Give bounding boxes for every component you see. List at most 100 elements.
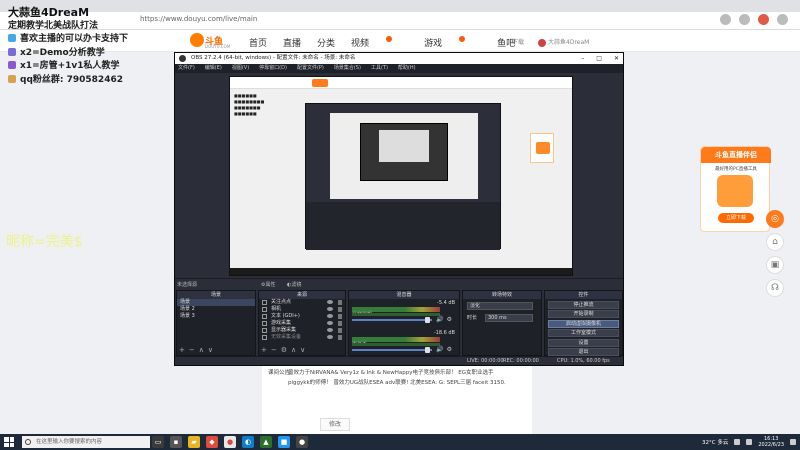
sources-dock: 来源 关注点点 相机 文本 (GDI+) 游戏采集 显示器采集 无效采集设备 +… <box>258 290 346 356</box>
profile-avatar-icon[interactable] <box>758 14 769 25</box>
menu-docks[interactable]: 停靠窗口(D) <box>259 64 287 73</box>
source-item[interactable]: 文本 (GDI+) <box>259 313 345 320</box>
nav-category[interactable]: 分类 <box>317 36 335 49</box>
douyu-logo[interactable]: 斗鱼 DOUYU.COM <box>190 32 230 50</box>
source-type-icon <box>262 314 267 319</box>
user-menu[interactable]: 大蒜鱼4DreaM <box>538 37 589 47</box>
companion-promo-card[interactable]: 斗鱼直播伴侣 最好用的PC直播工具 立即下载 <box>700 146 771 232</box>
side-toolbar: ◎ ⌂ ▣ ☊ <box>766 210 784 302</box>
lock-icon[interactable] <box>338 321 342 326</box>
volume-slider[interactable] <box>352 349 432 351</box>
headset-icon[interactable]: ☊ <box>766 279 784 297</box>
volume-meter-peak <box>352 313 440 316</box>
overlay-line: 喜欢主播的可以办卡支持下 <box>8 33 128 47</box>
obs-source-toolbar: 未选择源 ⚙属性 ◐滤镜 <box>175 278 623 289</box>
file-explorer-icon[interactable]: ▰ <box>188 436 200 448</box>
edit-button[interactable]: 修改 <box>320 418 350 431</box>
filters-button[interactable]: ◐滤镜 <box>287 281 301 288</box>
visibility-eye-icon[interactable] <box>327 328 333 332</box>
obs-preview-canvas[interactable]: ■■■■■■ ■■■■■■■■ ■■■■■■■ ■■■■■■ <box>229 76 573 276</box>
source-item[interactable]: 无效采集设备 <box>259 334 345 341</box>
maximize-icon[interactable]: □ <box>596 53 602 64</box>
nested-site-header <box>230 77 572 89</box>
lock-icon[interactable] <box>338 328 342 333</box>
minimize-icon[interactable]: – <box>581 53 584 64</box>
lock-icon[interactable] <box>338 300 342 305</box>
source-item[interactable]: 关注点点 <box>259 299 345 306</box>
visibility-eye-icon[interactable] <box>327 335 333 339</box>
source-type-icon <box>262 300 267 305</box>
menu-file[interactable]: 文件(F) <box>178 64 195 73</box>
menu-profile[interactable]: 配置文件(P) <box>297 64 324 73</box>
cpu-fps: CPU: 1.0%, 60.00 fps <box>557 358 610 364</box>
promo-download-button[interactable]: 立即下载 <box>718 213 754 223</box>
volume-slider-handle[interactable] <box>425 347 430 353</box>
home-icon[interactable]: ⌂ <box>766 233 784 251</box>
lock-icon[interactable] <box>338 307 342 312</box>
source-toolbar[interactable]: +−⚙∧∨ <box>261 346 309 354</box>
transition-select[interactable]: 淡化 <box>467 302 533 310</box>
task-view-icon[interactable]: ▭ <box>152 436 164 448</box>
studio-mode-button[interactable]: 工作室模式 <box>548 329 619 337</box>
notification-icon[interactable] <box>790 439 796 445</box>
volume-slider-handle[interactable] <box>425 317 430 323</box>
source-item[interactable]: 游戏采集 <box>259 320 345 327</box>
obs-taskbar-icon[interactable]: ● <box>296 436 308 448</box>
menu-scene-collection[interactable]: 场景集合(S) <box>334 64 361 73</box>
edge-icon[interactable]: ◐ <box>242 436 254 448</box>
terminal-icon[interactable]: ▪ <box>170 436 182 448</box>
settings-button[interactable]: 设置 <box>548 338 619 347</box>
network-icon[interactable] <box>734 439 741 445</box>
volume-icon[interactable] <box>746 439 753 445</box>
nav-games[interactable]: 游戏 <box>424 36 481 49</box>
nvidia-icon[interactable]: ▲ <box>260 436 272 448</box>
exit-button[interactable]: 退出 <box>548 348 619 356</box>
office-icon[interactable]: ◆ <box>206 436 218 448</box>
clock[interactable]: 16:13 2022/6/23 <box>758 436 784 448</box>
scene-item[interactable]: 场景 <box>177 299 255 306</box>
scene-item[interactable]: 场景 3 <box>177 313 255 320</box>
screen-icon[interactable]: ▣ <box>766 256 784 274</box>
download-link[interactable]: 下载 <box>512 37 524 47</box>
menu-help[interactable]: 帮助(H) <box>398 64 416 73</box>
duration-field[interactable]: 300 ms <box>485 314 533 322</box>
header-right: 下载 大蒜鱼4DreaM <box>512 37 589 47</box>
promo-subtitle: 最好用的PC直播工具 <box>715 167 757 172</box>
windows-start-icon[interactable] <box>4 437 14 447</box>
store-icon[interactable]: ■ <box>278 436 290 448</box>
properties-button[interactable]: ⚙属性 <box>261 281 276 288</box>
weather-widget[interactable]: 32°C 多云 <box>702 438 728 446</box>
close-icon[interactable]: ✕ <box>614 53 619 64</box>
start-recording-button[interactable]: 开始录制 <box>548 310 619 318</box>
mute-settings-icons[interactable]: 🔊⚙ <box>436 346 455 353</box>
lock-icon[interactable] <box>338 335 342 340</box>
visibility-eye-icon[interactable] <box>327 314 333 318</box>
stop-streaming-button[interactable]: 停止推流 <box>548 300 619 309</box>
visibility-eye-icon[interactable] <box>327 321 333 325</box>
url-field[interactable]: https://www.douyu.com/live/main <box>140 15 257 23</box>
scene-item[interactable]: 场景 2 <box>177 306 255 313</box>
lock-icon[interactable] <box>338 314 342 319</box>
source-item[interactable]: 显示器采集 <box>259 327 345 334</box>
nav-home[interactable]: 首页 <box>249 36 267 49</box>
mute-settings-icons[interactable]: 🔊⚙ <box>436 316 455 323</box>
nav-video[interactable]: 视频 <box>351 36 408 49</box>
taskbar-search-box[interactable]: 在这里输入你要搜索的内容 <box>22 436 150 448</box>
favorites-icon[interactable] <box>720 14 731 25</box>
obs-preview-area: ■■■■■■ ■■■■■■■■ ■■■■■■■ ■■■■■■ <box>175 73 623 281</box>
volume-slider[interactable] <box>352 319 432 321</box>
target-icon[interactable]: ◎ <box>766 210 784 228</box>
menu-view[interactable]: 视图(V) <box>232 64 249 73</box>
visibility-eye-icon[interactable] <box>327 300 333 304</box>
scene-toolbar[interactable]: +−∧∨ <box>179 346 217 354</box>
nested-obs-window <box>305 103 501 250</box>
chrome-icon[interactable]: ● <box>224 436 236 448</box>
start-virtual-camera-button[interactable]: 启动虚拟摄像机 <box>548 319 619 328</box>
source-item[interactable]: 相机 <box>259 306 345 313</box>
menu-edit[interactable]: 编辑(E) <box>205 64 222 73</box>
more-menu-icon[interactable] <box>777 14 788 25</box>
collections-icon[interactable] <box>739 14 750 25</box>
nav-live[interactable]: 直播 <box>283 36 301 49</box>
visibility-eye-icon[interactable] <box>327 307 333 311</box>
menu-tools[interactable]: 工具(T) <box>371 64 388 73</box>
